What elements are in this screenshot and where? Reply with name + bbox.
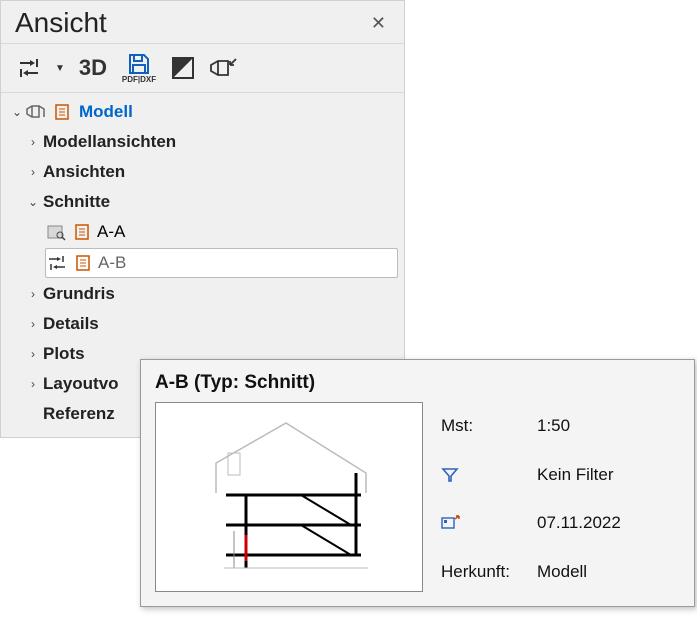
tree-child-label: A-B bbox=[98, 253, 126, 273]
chevron-right-icon[interactable]: › bbox=[25, 377, 41, 391]
tree-label: Layoutvo bbox=[43, 374, 119, 394]
export-button[interactable]: PDF|DXF bbox=[117, 50, 161, 86]
panel-title: Ansicht bbox=[15, 7, 107, 39]
tree-root[interactable]: ⌄ Modell bbox=[1, 97, 404, 127]
scale-label: Mst: bbox=[441, 416, 537, 436]
box-arrow-icon bbox=[208, 55, 238, 81]
tree-node-grundrisse[interactable]: › Grundris bbox=[1, 279, 404, 309]
three-d-label: 3D bbox=[79, 55, 107, 81]
tree-child-label: A-A bbox=[97, 222, 125, 242]
sheet-icon bbox=[71, 222, 93, 242]
sheet-icon bbox=[51, 102, 73, 122]
tree-node-details[interactable]: › Details bbox=[1, 309, 404, 339]
close-icon[interactable]: ✕ bbox=[365, 11, 392, 36]
tree-label: Details bbox=[43, 314, 99, 334]
origin-value: Modell bbox=[537, 562, 621, 582]
section-preview bbox=[155, 402, 423, 592]
chevron-right-icon[interactable]: › bbox=[25, 347, 41, 361]
tree-label: Schnitte bbox=[43, 192, 110, 212]
save-icon bbox=[126, 53, 152, 75]
panel-header: Ansicht ✕ bbox=[1, 1, 404, 44]
chevron-right-icon[interactable]: › bbox=[25, 317, 41, 331]
insert-button[interactable] bbox=[205, 50, 241, 86]
tooltip-body: Mst: 1:50 Kein Filter 07.11.2022 Herkunf… bbox=[155, 402, 680, 592]
tree-label: Referenz bbox=[43, 404, 115, 424]
contrast-icon bbox=[170, 55, 196, 81]
filter-icon bbox=[441, 467, 537, 483]
section-view-icon bbox=[45, 222, 67, 242]
chevron-right-icon[interactable]: › bbox=[25, 135, 41, 149]
tooltip-title: A-B (Typ: Schnitt) bbox=[155, 372, 680, 394]
tree-label: Plots bbox=[43, 344, 85, 364]
chevron-down-icon[interactable]: ⌄ bbox=[9, 105, 25, 119]
filter-value: Kein Filter bbox=[537, 465, 621, 485]
arrows-icon bbox=[46, 253, 68, 273]
collapse-expand-button[interactable] bbox=[11, 50, 47, 86]
origin-label: Herkunft: bbox=[441, 562, 537, 582]
date-icon bbox=[441, 515, 537, 531]
tree-root-label: Modell bbox=[79, 102, 133, 122]
tree-label: Ansichten bbox=[43, 162, 125, 182]
house-section-icon bbox=[156, 403, 423, 592]
chevron-right-icon[interactable]: › bbox=[25, 287, 41, 301]
tree-child-ab[interactable]: A-B bbox=[45, 248, 398, 278]
model-icon bbox=[25, 102, 47, 122]
tree-child-aa[interactable]: A-A bbox=[1, 217, 404, 247]
dropdown-arrow-icon[interactable]: ▼ bbox=[51, 63, 69, 74]
tree-node-modellansichten[interactable]: › Modellansichten bbox=[1, 127, 404, 157]
chevron-down-icon[interactable]: ⌄ bbox=[25, 195, 41, 209]
scale-value: 1:50 bbox=[537, 416, 621, 436]
tooltip-info: Mst: 1:50 Kein Filter 07.11.2022 Herkunf… bbox=[441, 402, 621, 592]
export-caption: PDF|DXF bbox=[122, 75, 156, 84]
sheet-icon bbox=[72, 253, 94, 273]
contrast-button[interactable] bbox=[165, 50, 201, 86]
chevron-right-icon[interactable]: › bbox=[25, 165, 41, 179]
preview-tooltip: A-B (Typ: Schnitt) Mst: 1:50 bbox=[140, 359, 695, 607]
tree-node-ansichten[interactable]: › Ansichten bbox=[1, 157, 404, 187]
three-d-button[interactable]: 3D bbox=[73, 50, 113, 86]
date-value: 07.11.2022 bbox=[537, 513, 621, 533]
tree-label: Modellansichten bbox=[43, 132, 176, 152]
tree-node-schnitte[interactable]: ⌄ Schnitte bbox=[1, 187, 404, 217]
toolbar: ▼ 3D PDF|DXF bbox=[1, 44, 404, 93]
arrows-collapse-icon bbox=[17, 56, 41, 80]
tree-label: Grundris bbox=[43, 284, 115, 304]
